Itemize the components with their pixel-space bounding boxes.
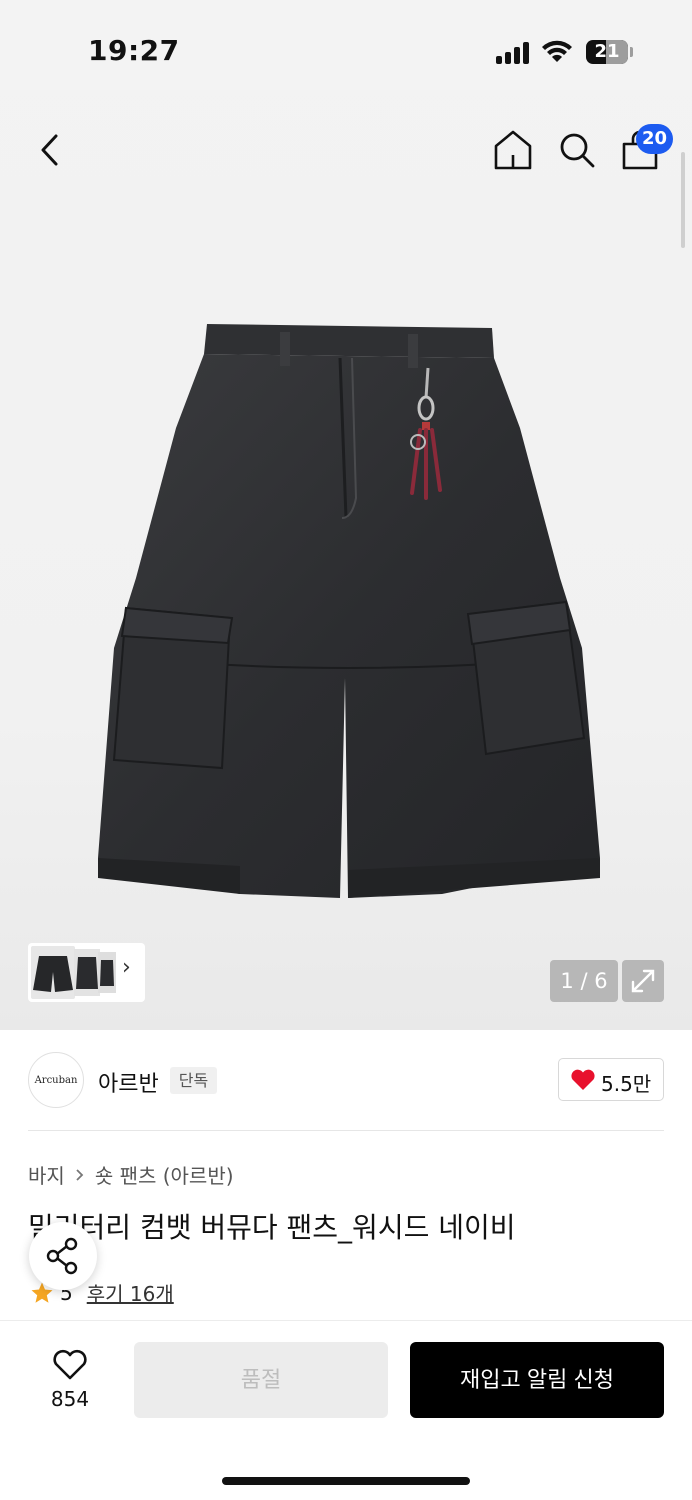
breadcrumb-category[interactable]: 바지 [28,1160,65,1189]
thumbnail-3[interactable] [98,952,116,993]
exclusive-badge: 단독 [170,1067,217,1094]
wishlist-count: 854 [50,1387,90,1411]
thumbnail-2[interactable] [74,949,100,996]
brand-like-button[interactable]: 5.5만 [558,1058,664,1101]
share-icon [46,1237,78,1275]
status-bar: 19:27 21 [0,0,692,100]
reviews-link[interactable]: 후기 16개 [87,1278,174,1307]
restock-alert-button[interactable]: 재입고 알림 신청 [410,1342,664,1418]
expand-icon[interactable] [622,960,664,1002]
wifi-icon [542,40,572,62]
battery-icon: 21 [586,40,628,64]
home-icon[interactable] [492,128,534,172]
image-counter: 1 / 6 [550,960,618,1002]
brand-like-count: 5.5만 [601,1072,652,1096]
soldout-button[interactable]: 품절 [134,1342,388,1418]
share-button[interactable] [29,1222,97,1290]
product-image[interactable] [90,318,610,908]
thumbnail-strip[interactable]: › [28,943,145,1002]
status-time: 19:27 [88,34,180,67]
back-arrow-icon[interactable] [30,128,70,172]
search-icon[interactable] [556,128,598,172]
home-indicator[interactable] [222,1477,470,1485]
thumbnail-1[interactable] [31,946,75,999]
heart-outline-icon [53,1349,87,1380]
product-gallery[interactable]: 19:27 21 20 › 1 / 6 [0,0,692,1030]
breadcrumb-subcategory[interactable]: 숏 팬츠 (아르반) [95,1160,234,1189]
breadcrumb: 바지 숏 팬츠 (아르반) [28,1160,234,1189]
product-title: 밀리터리 컴뱃 버뮤다 팬츠_워시드 네이비 [28,1211,516,1244]
chevron-right-icon [76,1168,84,1181]
brand-logo[interactable]: Arcuban [28,1052,84,1108]
cart-count-badge: 20 [636,124,673,154]
scroll-indicator [681,152,685,248]
battery-tip [630,47,633,57]
battery-level: 21 [594,41,620,62]
wishlist-button[interactable]: 854 [36,1344,104,1416]
divider [28,1130,664,1131]
heart-filled-icon [571,1069,595,1090]
brand-name[interactable]: 아르반 [98,1066,159,1098]
cellular-signal-icon [496,40,532,64]
thumbnail-next-icon[interactable]: › [122,955,131,980]
